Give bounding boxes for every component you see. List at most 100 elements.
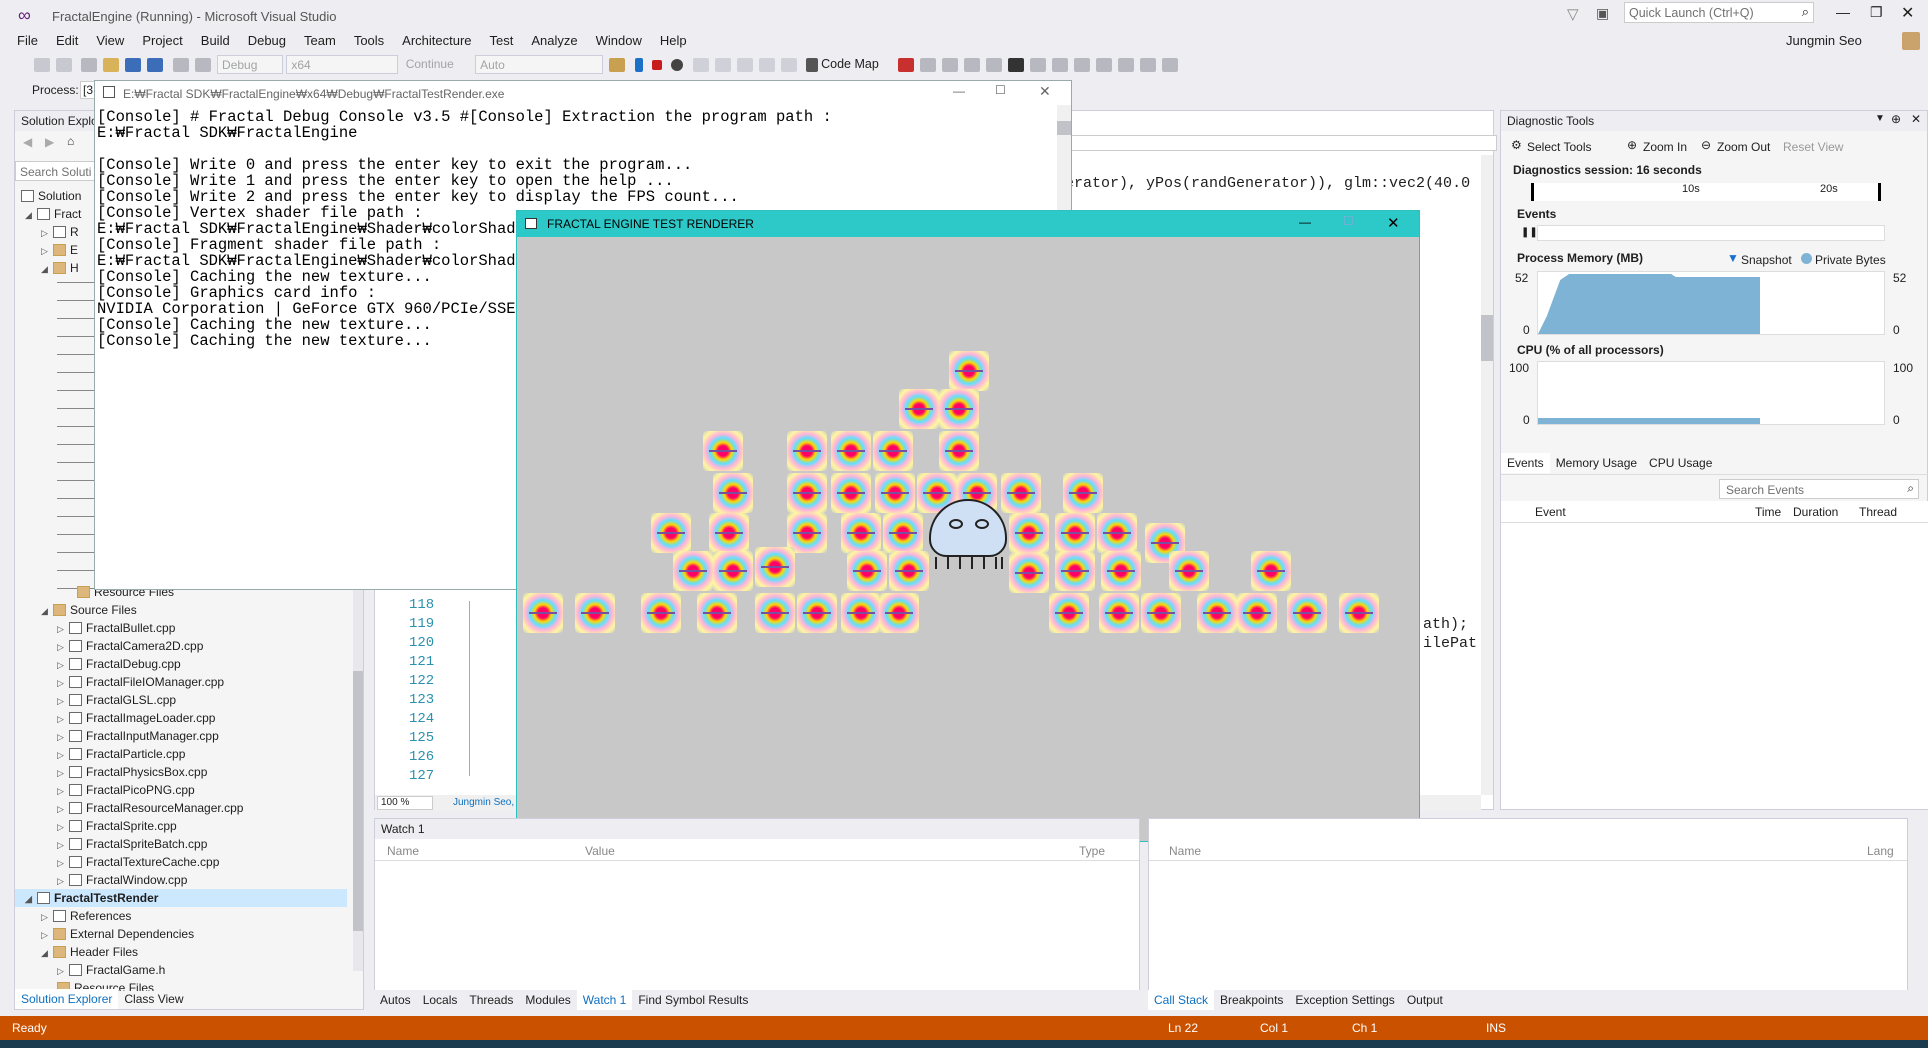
- expand-arrow-icon[interactable]: ◢: [25, 206, 37, 224]
- tab-find-symbol-results[interactable]: Find Symbol Results: [632, 990, 754, 1010]
- tree-file[interactable]: ▷ FractalFileIOManager.cpp: [57, 673, 224, 691]
- tree-project-testrender[interactable]: ◢ FractalTestRender: [15, 889, 347, 907]
- editor-scrollbar[interactable]: [1481, 155, 1493, 795]
- zoom-in-icon[interactable]: ⊕: [1627, 138, 1637, 152]
- restore-button[interactable]: ❐: [1870, 4, 1883, 21]
- tree-file[interactable]: ▷ FractalPhysicsBox.cpp: [57, 763, 207, 781]
- continue-button[interactable]: Continue: [402, 55, 472, 74]
- tab-events[interactable]: Events: [1501, 453, 1550, 473]
- avatar[interactable]: [1902, 32, 1920, 50]
- tree-item[interactable]: ◢ H: [41, 259, 79, 277]
- reset-view-button[interactable]: Reset View: [1783, 140, 1843, 154]
- menu-architecture[interactable]: Architecture: [393, 30, 480, 48]
- solution-search-input[interactable]: Search Soluti: [15, 161, 95, 181]
- tab-cpu-usage[interactable]: CPU Usage: [1643, 453, 1718, 473]
- tree-file[interactable]: ▷ FractalSprite.cpp: [57, 817, 177, 835]
- toolbar-icon-k[interactable]: [1162, 58, 1179, 72]
- undo-icon[interactable]: [172, 58, 189, 72]
- toolbar-icon-b[interactable]: [942, 58, 959, 72]
- member-dropdown[interactable]: [1071, 135, 1497, 151]
- console-maximize-button[interactable]: ☐: [995, 83, 1006, 97]
- expand-arrow-icon[interactable]: ◢: [41, 260, 53, 278]
- tab-output[interactable]: Output: [1401, 990, 1449, 1010]
- tab-autos[interactable]: Autos: [374, 990, 417, 1010]
- renderer-maximize-button[interactable]: ☐: [1343, 214, 1354, 228]
- toolbar-icon-d[interactable]: [986, 58, 1003, 72]
- column-lang[interactable]: Lang: [1867, 844, 1894, 858]
- zoom-out-button[interactable]: Zoom Out: [1717, 140, 1770, 154]
- forward-icon[interactable]: ▶: [45, 135, 54, 149]
- tree-file[interactable]: ▷ FractalImageLoader.cpp: [57, 709, 215, 727]
- tree-project-engine[interactable]: ◢ Fract: [25, 205, 81, 223]
- menu-window[interactable]: Window: [587, 30, 651, 48]
- gear-icon[interactable]: ⚙: [1511, 138, 1522, 152]
- step-into-icon[interactable]: [714, 58, 731, 72]
- auto-select[interactable]: Auto: [475, 55, 604, 74]
- column-type[interactable]: Type: [1079, 844, 1105, 858]
- render-canvas[interactable]: [517, 237, 1419, 841]
- forward-icon[interactable]: [56, 58, 72, 72]
- renderer-close-button[interactable]: ✕: [1387, 214, 1400, 232]
- search-events-input[interactable]: Search Events ⌕: [1719, 479, 1919, 499]
- tree-file[interactable]: ▷ FractalResourceManager.cpp: [57, 799, 243, 817]
- tab-class-view[interactable]: Class View: [118, 989, 189, 1009]
- tree-file[interactable]: ▷ FractalInputManager.cpp: [57, 727, 219, 745]
- notifications-icon[interactable]: ▣: [1596, 5, 1609, 22]
- tab-watch-1[interactable]: Watch 1: [576, 990, 633, 1010]
- menu-tools[interactable]: Tools: [345, 30, 393, 48]
- configuration-select[interactable]: Debug: [217, 55, 284, 74]
- menu-edit[interactable]: Edit: [47, 30, 87, 48]
- platform-select[interactable]: x64: [286, 55, 399, 74]
- toolbar-icon-e[interactable]: [1030, 58, 1047, 72]
- zoom-out-icon[interactable]: ⊖: [1701, 138, 1711, 152]
- column-name[interactable]: Name: [1169, 844, 1201, 858]
- zoom-in-button[interactable]: Zoom In: [1643, 140, 1687, 154]
- column-event[interactable]: Event: [1535, 505, 1566, 519]
- tab-exception-settings[interactable]: Exception Settings: [1289, 990, 1400, 1010]
- test-renderer-window[interactable]: FRACTAL ENGINE TEST RENDERER — ☐ ✕: [516, 210, 1420, 842]
- toolbar-icon-f[interactable]: [1052, 58, 1069, 72]
- open-file-icon[interactable]: [103, 58, 120, 72]
- new-project-icon[interactable]: [81, 58, 98, 72]
- tree-solution[interactable]: Solution: [21, 187, 81, 205]
- quick-launch-input[interactable]: Quick Launch (Ctrl+Q) ⌕: [1624, 2, 1814, 23]
- toolbar-icon-c[interactable]: [964, 58, 981, 72]
- save-icon[interactable]: [125, 58, 142, 72]
- step-out-icon[interactable]: [758, 58, 775, 72]
- tree-external-deps[interactable]: ▷ External Dependencies: [41, 925, 194, 943]
- step-back-icon[interactable]: [780, 58, 797, 72]
- minimize-button[interactable]: —: [1836, 4, 1850, 20]
- expand-arrow-icon[interactable]: ▷: [41, 224, 53, 242]
- codelens-author[interactable]: Jungmin Seo,: [453, 797, 514, 808]
- tree-references[interactable]: ▷ References: [41, 907, 131, 925]
- tree-file[interactable]: ▷ FractalWindow.cpp: [57, 871, 187, 889]
- tree-file[interactable]: ▷ FractalGLSL.cpp: [57, 691, 176, 709]
- menu-help[interactable]: Help: [651, 30, 696, 48]
- tree-file[interactable]: ▷ FractalParticle.cpp: [57, 745, 185, 763]
- expand-arrow-icon[interactable]: ▷: [41, 242, 53, 260]
- menu-file[interactable]: File: [8, 30, 47, 48]
- column-time[interactable]: Time: [1755, 505, 1781, 519]
- expand-arrow-icon[interactable]: ◢: [41, 602, 53, 620]
- console-minimize-button[interactable]: —: [953, 84, 965, 98]
- column-value[interactable]: Value: [585, 844, 615, 858]
- tree-file[interactable]: ▷ FractalPicoPNG.cpp: [57, 781, 195, 799]
- toolbar-icon-j[interactable]: [1140, 58, 1157, 72]
- tree-item[interactable]: ▷ E: [41, 241, 78, 259]
- toolbar-icon-i[interactable]: [1118, 58, 1135, 72]
- home-icon[interactable]: ⌂: [67, 134, 74, 148]
- hot-reload-icon[interactable]: [609, 58, 626, 72]
- console-close-button[interactable]: ✕: [1039, 83, 1051, 100]
- tab-call-stack[interactable]: Call Stack: [1148, 990, 1215, 1010]
- menu-debug[interactable]: Debug: [239, 30, 295, 48]
- restart-icon[interactable]: [671, 59, 684, 71]
- menu-view[interactable]: View: [87, 30, 133, 48]
- back-icon[interactable]: ◀: [23, 135, 32, 149]
- menu-analyze[interactable]: Analyze: [522, 30, 586, 48]
- select-tools-button[interactable]: Select Tools: [1527, 140, 1591, 154]
- code-map-icon[interactable]: [806, 58, 819, 72]
- tab-modules[interactable]: Modules: [519, 990, 576, 1010]
- bookmark-icon[interactable]: [1008, 58, 1025, 72]
- column-thread[interactable]: Thread: [1859, 505, 1897, 519]
- tab-breakpoints[interactable]: Breakpoints: [1214, 990, 1289, 1010]
